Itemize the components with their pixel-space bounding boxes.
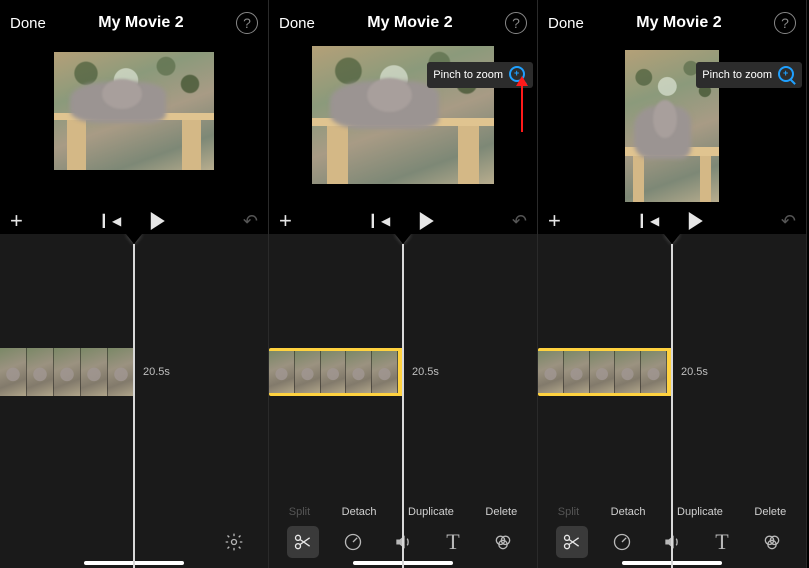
gear-icon	[224, 532, 244, 552]
duplicate-button[interactable]: Duplicate	[408, 506, 454, 518]
skip-to-start-button[interactable]: ▎◀	[372, 214, 390, 228]
done-button[interactable]: Done	[548, 15, 584, 32]
clip-duration-label: 20.5s	[681, 366, 708, 378]
pinch-to-zoom-tooltip[interactable]: Pinch to zoom +	[696, 62, 802, 88]
settings-button[interactable]	[218, 526, 250, 558]
preview-area[interactable]: Pinch to zoom +	[269, 46, 537, 208]
pinch-label: Pinch to zoom	[433, 69, 503, 81]
screen-2: Done My Movie 2 ? Pinch to zoom + + ▎◀ ↶	[269, 0, 538, 568]
speed-button[interactable]	[337, 526, 369, 558]
clip-duration-label: 20.5s	[143, 366, 170, 378]
video-clip-selected[interactable]	[269, 348, 404, 396]
done-button[interactable]: Done	[10, 15, 46, 32]
zoom-icon: +	[778, 66, 796, 84]
project-title: My Movie 2	[98, 14, 183, 32]
header: Done My Movie 2 ?	[269, 0, 537, 46]
undo-button[interactable]: ↶	[781, 211, 796, 232]
add-media-button[interactable]: +	[548, 208, 561, 234]
filters-button[interactable]	[487, 526, 519, 558]
speedometer-icon	[612, 532, 632, 552]
titles-button[interactable]: T	[706, 526, 738, 558]
detach-button[interactable]: Detach	[611, 506, 646, 518]
playhead[interactable]	[395, 234, 411, 568]
video-clip[interactable]	[0, 348, 135, 396]
delete-button[interactable]: Delete	[754, 506, 786, 518]
speedometer-icon	[343, 532, 363, 552]
annotation-arrow	[521, 84, 523, 132]
add-media-button[interactable]: +	[10, 208, 23, 234]
preview-video-frame[interactable]	[54, 52, 214, 170]
duplicate-button[interactable]: Duplicate	[677, 506, 723, 518]
undo-button[interactable]: ↶	[512, 211, 527, 232]
playhead[interactable]	[664, 234, 680, 568]
skip-to-start-button[interactable]: ▎◀	[641, 214, 659, 228]
transport-bar: + ▎◀ ↶	[538, 208, 806, 234]
speed-button[interactable]	[606, 526, 638, 558]
project-title: My Movie 2	[636, 14, 721, 32]
filters-icon	[762, 532, 782, 552]
preview-area[interactable]: Pinch to zoom +	[538, 46, 806, 208]
transport-bar: + ▎◀ ↶	[269, 208, 537, 234]
pinch-label: Pinch to zoom	[702, 69, 772, 81]
screen-3: Done My Movie 2 ? Pinch to zoom + + ▎◀ ↶	[538, 0, 807, 568]
help-button[interactable]: ?	[774, 12, 796, 34]
split-button: Split	[558, 506, 579, 518]
actions-button[interactable]	[287, 526, 319, 558]
skip-to-start-button[interactable]: ▎◀	[103, 214, 121, 228]
play-button[interactable]	[420, 212, 434, 230]
help-button[interactable]: ?	[505, 12, 527, 34]
timeline[interactable]: 20.5s Split Detach Duplicate Delete T	[538, 234, 806, 568]
transport-bar: + ▎◀ ↶	[0, 208, 268, 234]
scissors-icon	[562, 532, 582, 552]
timeline[interactable]: 20.5s Split Detach Duplicate Delete T	[269, 234, 537, 568]
detach-button[interactable]: Detach	[342, 506, 377, 518]
screen-1: Done My Movie 2 ? + ▎◀ ↶ 20.5s	[0, 0, 269, 568]
header: Done My Movie 2 ?	[0, 0, 268, 46]
split-button: Split	[289, 506, 310, 518]
clip-duration-label: 20.5s	[412, 366, 439, 378]
scissors-icon	[293, 532, 313, 552]
timeline[interactable]: 20.5s	[0, 234, 268, 568]
preview-area[interactable]	[0, 46, 268, 208]
play-button[interactable]	[151, 212, 165, 230]
header: Done My Movie 2 ?	[538, 0, 806, 46]
video-clip-selected[interactable]	[538, 348, 673, 396]
done-button[interactable]: Done	[279, 15, 315, 32]
play-button[interactable]	[689, 212, 703, 230]
project-title: My Movie 2	[367, 14, 452, 32]
filters-button[interactable]	[756, 526, 788, 558]
delete-button[interactable]: Delete	[485, 506, 517, 518]
actions-button[interactable]	[556, 526, 588, 558]
add-media-button[interactable]: +	[279, 208, 292, 234]
help-button[interactable]: ?	[236, 12, 258, 34]
playhead[interactable]	[126, 234, 142, 568]
filters-icon	[493, 532, 513, 552]
undo-button[interactable]: ↶	[243, 211, 258, 232]
titles-button[interactable]: T	[437, 526, 469, 558]
